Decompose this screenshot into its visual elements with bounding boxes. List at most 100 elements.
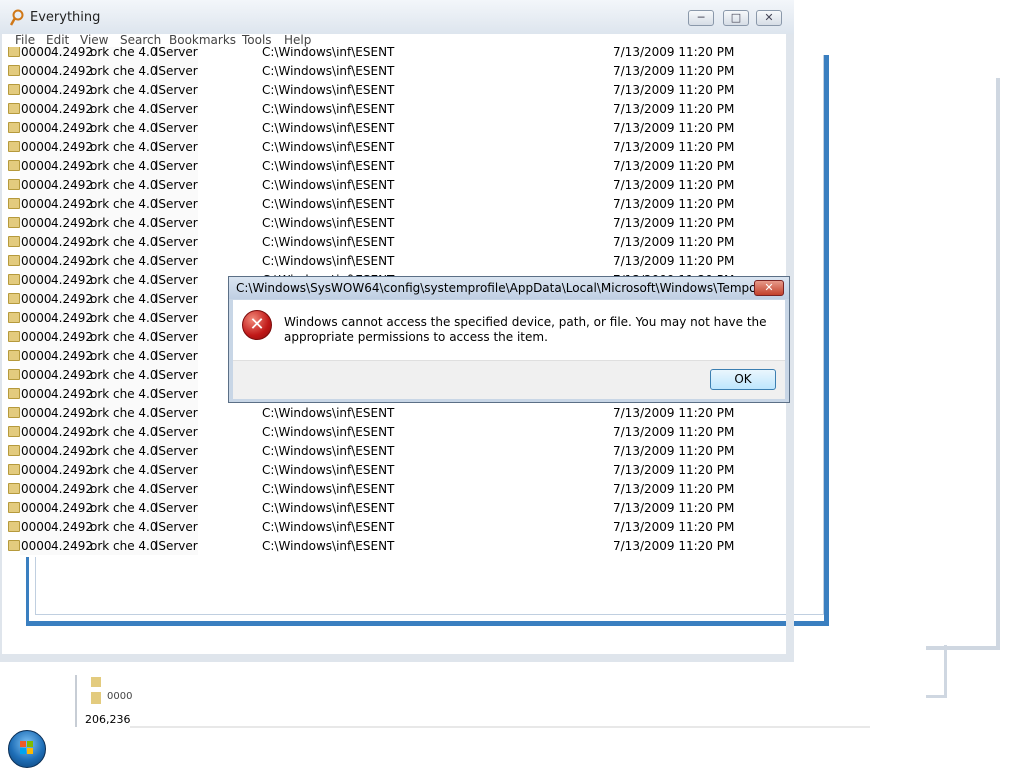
cell-product: che 4.0 — [113, 254, 158, 268]
minimize-button[interactable]: ─ — [688, 10, 714, 26]
menu-view[interactable]: View — [80, 33, 108, 47]
list-item[interactable]: 00004.2492orkche 4.0lServer C:\Windows\in… — [8, 175, 786, 194]
menu-edit[interactable]: Edit — [46, 33, 69, 47]
list-item[interactable]: 00004.2492orkche 4.0lServer C:\Windows\in… — [8, 213, 786, 232]
folder-icon — [8, 483, 20, 494]
list-item[interactable]: 00004.2492orkche 4.0lServer C:\Windows\in… — [8, 479, 786, 498]
list-item[interactable]: 00004.2492orkche 4.0lServer C:\Windows\in… — [8, 251, 786, 270]
list-item[interactable]: 00004.2492orkche 4.0lServer C:\Windows\in… — [8, 498, 786, 517]
dialog-message: Windows cannot access the specified devi… — [284, 315, 767, 344]
cell-product: che 4.0 — [113, 444, 158, 458]
cell-type: lServer — [155, 64, 198, 78]
folder-icon — [8, 217, 20, 228]
menu-file[interactable]: File — [15, 33, 35, 47]
maximize-button[interactable]: □ — [723, 10, 749, 26]
list-item[interactable]: 00004.2492orkche 4.0lServer C:\Windows\in… — [8, 118, 786, 137]
folder-icon — [8, 369, 20, 380]
cell-id: 0000 — [21, 273, 52, 287]
cell-version: 4.2492 — [51, 425, 93, 439]
cell-version: 4.2492 — [51, 47, 93, 59]
cell-name-fragment: ork — [90, 311, 110, 325]
cell-date: 7/13/2009 11:20 PM — [613, 444, 735, 458]
cell-id: 0000 — [21, 444, 52, 458]
cell-path: C:\Windows\inf\ESENT — [262, 83, 395, 97]
cell-version: 4.2492 — [51, 216, 93, 230]
start-button[interactable] — [8, 730, 46, 768]
cell-name-fragment: ork — [90, 520, 110, 534]
cell-id: 0000 — [21, 539, 52, 553]
cell-name-fragment: ork — [90, 47, 110, 59]
folder-icon — [8, 445, 20, 456]
cell-type: lServer — [155, 387, 198, 401]
cell-path: C:\Windows\inf\ESENT — [262, 444, 395, 458]
cell-version: 4.2492 — [51, 520, 93, 534]
cell-name-fragment: ork — [90, 501, 110, 515]
list-item[interactable]: 00004.2492orkche 4.0lServer C:\Windows\in… — [8, 403, 786, 422]
cell-type: lServer — [155, 273, 198, 287]
cell-name-fragment: ork — [90, 330, 110, 344]
list-item[interactable]: 00004.2492orkche 4.0lServer C:\Windows\in… — [8, 517, 786, 536]
cell-path: C:\Windows\inf\ESENT — [262, 520, 395, 534]
list-item[interactable]: 00004.2492orkche 4.0lServer C:\Windows\in… — [8, 194, 786, 213]
cell-id: 0000 — [21, 197, 52, 211]
cell-date: 7/13/2009 11:20 PM — [613, 235, 735, 249]
cell-product: che 4.0 — [113, 121, 158, 135]
folder-icon — [8, 65, 20, 76]
cell-id: 0000 — [21, 330, 52, 344]
menu-tools[interactable]: Tools — [242, 33, 272, 47]
cell-type: lServer — [155, 197, 198, 211]
list-item[interactable]: 00004.2492orkche 4.0lServer C:\Windows\in… — [8, 99, 786, 118]
cell-name-fragment: ork — [90, 102, 110, 116]
cell-name-fragment: ork — [90, 292, 110, 306]
menu-help[interactable]: Help — [284, 33, 311, 47]
list-item[interactable]: 00004.2492orkche 4.0lServer C:\Windows\in… — [8, 536, 786, 555]
list-item[interactable]: 00004.2492orkche 4.0lServer C:\Windows\in… — [8, 137, 786, 156]
cell-path: C:\Windows\inf\ESENT — [262, 425, 395, 439]
cell-product: che 4.0 — [113, 235, 158, 249]
close-button[interactable]: ✕ — [756, 10, 782, 26]
list-item[interactable]: 00004.2492orkche 4.0lServer C:\Windows\in… — [8, 441, 786, 460]
dialog-titlebar[interactable]: C:\Windows\SysWOW64\config\systemprofile… — [229, 277, 789, 299]
menu-bookmarks[interactable]: Bookmarks — [169, 33, 236, 47]
list-item[interactable]: 00004.2492orkche 4.0lServer C:\Windows\in… — [8, 460, 786, 479]
list-item[interactable]: 00004.2492orkche 4.0lServer C:\Windows\in… — [8, 61, 786, 80]
cell-product: che 4.0 — [113, 463, 158, 477]
cell-product: che 4.0 — [113, 178, 158, 192]
folder-icon — [8, 198, 20, 209]
folder-icon — [91, 692, 101, 704]
cell-type: lServer — [155, 47, 198, 59]
cell-name-fragment: ork — [90, 425, 110, 439]
cell-date: 7/13/2009 11:20 PM — [613, 539, 735, 553]
list-item[interactable]: 00004.2492orkche 4.0lServer C:\Windows\in… — [8, 156, 786, 175]
cell-id: 0000 — [21, 387, 52, 401]
folder-icon — [91, 677, 101, 687]
ok-button[interactable]: OK — [710, 369, 776, 390]
window-titlebar[interactable]: Everything ─ □ ✕ — [0, 0, 794, 34]
cell-id: 0000 — [21, 47, 52, 59]
cell-path: C:\Windows\inf\ESENT — [262, 463, 395, 477]
list-item[interactable]: 00004.2492orkche 4.0lServer C:\Windows\in… — [8, 80, 786, 99]
cell-version: 4.2492 — [51, 121, 93, 135]
folder-icon — [8, 236, 20, 247]
cell-version: 4.2492 — [51, 197, 93, 211]
folder-icon — [8, 274, 20, 285]
menu-search[interactable]: Search — [120, 33, 161, 47]
cell-product: che 4.0 — [113, 102, 158, 116]
cell-version: 4.2492 — [51, 311, 93, 325]
cell-date: 7/13/2009 11:20 PM — [613, 197, 735, 211]
dialog-close-button[interactable]: ✕ — [754, 280, 784, 296]
cell-product: che 4.0 — [113, 387, 158, 401]
list-item[interactable]: 00004.2492orkche 4.0lServer C:\Windows\in… — [8, 232, 786, 251]
cell-date: 7/13/2009 11:20 PM — [613, 501, 735, 515]
cell-path: C:\Windows\inf\ESENT — [262, 406, 395, 420]
list-item[interactable]: 00004.2492orkche 4.0lServer C:\Windows\in… — [8, 47, 786, 61]
cell-product: che 4.0 — [113, 47, 158, 59]
folder-icon — [8, 293, 20, 304]
cell-id: 0000 — [21, 102, 52, 116]
cell-date: 7/13/2009 11:20 PM — [613, 482, 735, 496]
cell-path: C:\Windows\inf\ESENT — [262, 254, 395, 268]
windows-logo-icon — [20, 741, 34, 755]
list-item[interactable]: 00004.2492orkche 4.0lServer C:\Windows\in… — [8, 422, 786, 441]
folder-icon — [8, 312, 20, 323]
cell-product: che 4.0 — [113, 273, 158, 287]
